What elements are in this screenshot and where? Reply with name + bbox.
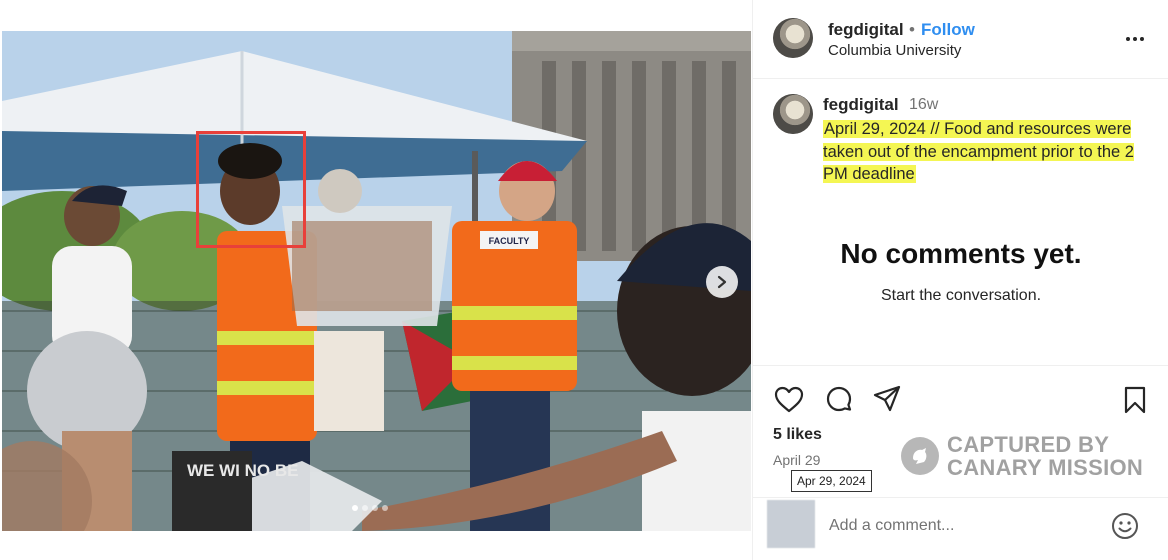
chevron-right-icon [717,275,727,289]
carousel-dot[interactable] [352,505,358,511]
vest-label: FACULTY [489,236,530,246]
carousel-next-button[interactable] [706,266,738,298]
post-date[interactable]: April 29 [773,452,820,468]
author-username[interactable]: fegdigital [828,20,904,40]
banner-text: WE WI NO BE [187,461,298,480]
follow-button[interactable]: Follow [921,20,975,40]
bookmark-icon[interactable] [1119,384,1151,416]
caption-timestamp[interactable]: 16w [909,96,938,114]
caption-username[interactable]: fegdigital [823,95,899,115]
more-options-icon[interactable] [1123,27,1147,51]
post-photo[interactable]: FACULTY WE WI NO BE [2,31,751,531]
emoji-icon[interactable] [1111,512,1139,540]
carousel-dots [352,505,388,511]
carousel-dot[interactable] [362,505,368,511]
comment-bar [753,497,1168,560]
share-icon[interactable] [871,383,903,415]
media-panel: FACULTY WE WI NO BE [0,0,752,560]
annotation-box [196,131,306,248]
comment-input[interactable] [829,514,1099,538]
comment-icon[interactable] [823,384,855,416]
divider [753,365,1168,366]
caption-avatar[interactable] [773,94,813,134]
carousel-dot[interactable] [382,505,388,511]
post-location[interactable]: Columbia University [828,42,961,59]
avatar-image [773,18,813,58]
no-comments-title: No comments yet. [840,238,1082,269]
author-avatar[interactable] [773,18,813,58]
avatar-image [773,94,813,134]
no-comments-subtitle: Start the conversation. [880,287,1042,304]
separator-dot: • [909,20,915,39]
date-tooltip: Apr 29, 2024 [791,470,872,492]
watermark-line-2: CANARY MISSION [947,455,1144,480]
likes-count[interactable]: 5 likes [773,426,822,444]
post-header: fegdigital • Follow Columbia University [753,0,1168,79]
watermark-line-1: CAPTURED BY [947,432,1110,457]
heart-icon[interactable] [773,384,805,416]
post-sidebar: fegdigital • Follow Columbia University … [752,0,1168,560]
caption-highlighted-text: April 29, 2024 // Food and resources wer… [823,120,1134,183]
current-user-avatar [767,500,815,548]
carousel-dot[interactable] [372,505,378,511]
canary-logo-icon [901,437,939,475]
caption-text: April 29, 2024 // Food and resources wer… [823,118,1157,186]
canary-mission-watermark: CAPTURED BY CANARY MISSION [901,433,1143,479]
photo-illustration: FACULTY WE WI NO BE [2,31,751,531]
